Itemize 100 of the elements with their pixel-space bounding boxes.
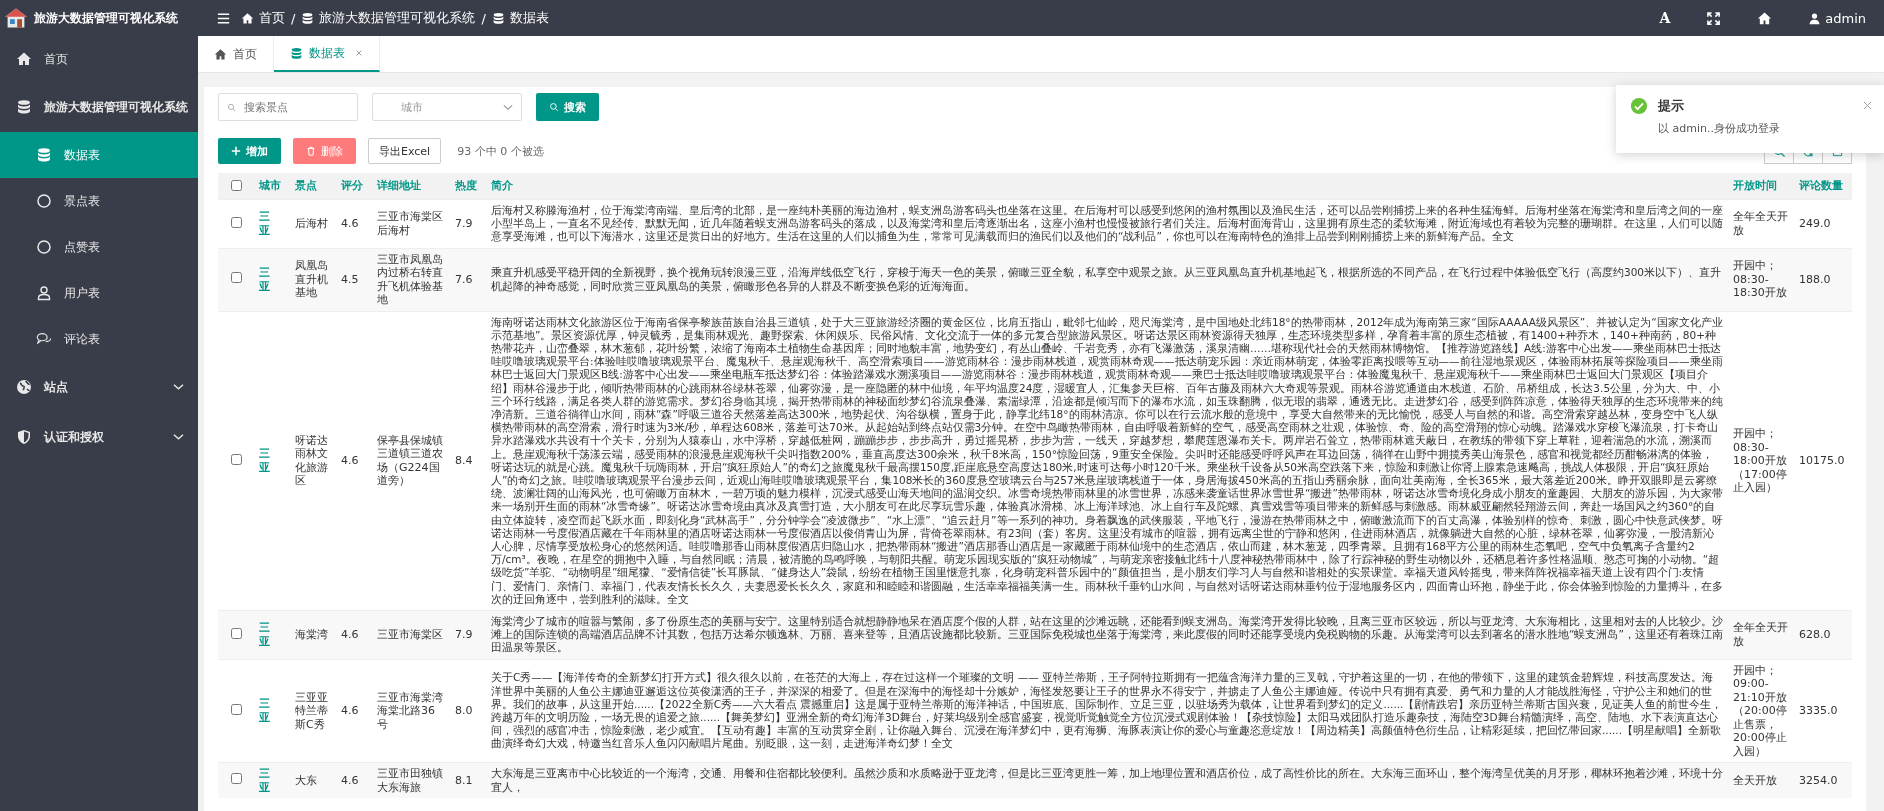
table-cell: 开园中；08:30-18:00开放（17:00停止入园）: [1733, 427, 1787, 495]
table-cell: 4.6: [341, 454, 359, 468]
table-cell: 三亚亚特兰蒂斯C秀: [295, 690, 328, 731]
sidebar-item[interactable]: 景点表: [0, 178, 198, 224]
table-cell: 8.4: [455, 454, 473, 468]
table-cell: 三亚市凤凰岛内过桥右转直升飞机体验基地: [377, 252, 443, 307]
table-cell: 8.0: [455, 704, 473, 718]
home-icon: [241, 11, 254, 25]
table-cell: 呀诺达雨林文化旅游区: [295, 433, 328, 488]
home-icon: [16, 51, 32, 67]
table-cell: 全年全天开放: [1733, 621, 1788, 648]
table-cell: 三亚市海棠湾海棠北路36号: [377, 690, 443, 731]
table-cell: 4.6: [341, 628, 359, 642]
breadcrumb-separator: /: [291, 10, 296, 26]
sidebar-item[interactable]: 点赞表: [0, 224, 198, 270]
city-link[interactable]: 三亚: [259, 697, 270, 725]
sidebar-item[interactable]: 数据表: [0, 132, 198, 178]
chat-icon: [36, 331, 52, 347]
table-cell: 大东: [295, 773, 317, 787]
sidebar-item[interactable]: 评论表: [0, 316, 198, 362]
table-cell: 海南呀诺达雨林文化旅游区位于海南省保亭黎族苗族自治县三道镇，处于大三亚旅游经济圈的黄金区位，比肩五指山，毗邻七仙岭，咫尺海棠湾，是中国地处北纬18°的热带雨林，2012年成为海南第三家“国际AAAAA级风景区”、并被认定为“国家文化产业示范基地”。景区资源优厚，钟灵毓秀，是集雨林观光、趣野探索、休闲娱乐、民俗风情、文化交流于一体的多元复合型旅游风景区。呀诺达景区雨林资源得天独厚，生态环境类型多样，孕育着丰富的原生态植被，有1400+种乔木，140+种南药，80+种热带花卉，山峦叠翠，林木葱郁，花叶纷繁，浓缩了海南本土植物生命基因库；同时地貌丰富，地势变幻，有丛山叠岭、千岩竞秀，亦有飞瀑激荡，溪泉清幽……堪称现代社会的天然雨林博物馆。【推荐游览路线】A线:游客中心出发——乘坐雨林巴士抵达哇哎噜玻璃观景平台:体验哇哎噜玻璃观景平台、魔鬼秋千、悬崖观海秋千、高空滑索项目——游览雨林谷：漫步雨林栈道，观赏雨林奇观——抵达萌宠乐园：亲近雨林萌宠，体验零距离投喂等互动——前往湿地景观区，体验雨林拓展等探险项目——乘坐雨林巴士返回大门景观区B线:游客中心出发——乘坐电瓶车抵达梦幻谷：体验踏瀑戏水溯溪项目——游览雨林谷：漫步雨林栈道，观赏雨林奇观——乘巴士抵达哇哎噜玻璃观景平台：体验魔鬼秋千、悬崖观海秋千——乘坐雨林巴士返回大门景观区【项目介绍】雨林谷漫步于此，倾听热带雨林的心跳雨林谷绿林苍翠，仙雾弥漫，是一座隐匿的林中仙境，年平均温度24度，湿暖宜人，汇集参天巨榕、百年古藤及雨林六大奇观等景观。雨林谷游览通道由木栈道、石阶、吊桥组成，长达3.5公里，分为大、中、小三个环行线路，满足各类人群的游览需求。梦幻谷身临其境，揭开热带雨林的神秘面纱梦幻谷流泉叠瀑、素湍绿潭，沿途都是倾泻而下的瀑布水流，如玉珠翻腾，似无瑕的翡翠，通透无比。走进梦幻谷，感受到阵阵凉意，体验得天独厚的生态环境带来的纯净清新。三道谷徜徉山水间，雨林“森”呼吸三道谷天然落差高达300米，地势起伏、沟谷纵横，置身于此，静享北纬18°的雨林清凉。你可以在行云流水般的意境中，享受大自然带来的无比愉悦，感受人与自然的和谐。高空滑索穿越丛林，变身空中飞人纵横热带雨林的高空滑索，滑行时速为3米/秒，单程达608米，落差可达70米。从起始站到终点站仅需3分钟。在空中鸟瞰热带雨林，自由呼吸着新鲜的空气，感受高空雨林之壮观，体验惊、奇、险的高空滑翔的惊心动魄。踏瀑戏水穿梭飞瀑流泉，打卡奇山异水踏瀑戏水共设有十个关卡，分别为人猿泰山，水中浮桥，穿越低桩网，蹦蹦步步，步步高升，勇过摇晃桥，步步为营，一线天，穿越梦想，攀爬莲恩瀑布关卡。两岸岩石耸立，热带雨林遮天蔽日，在教练的带领下穿上草鞋，迎着湍急的水流，溯溪而上。悬崖观海秋千荡漾云端，感受雨林的浪漫悬崖观海秋千尖叫指数200%，垂直高度达300余米，秋千8米高，150°惊险回荡，9重安全保险。尖叫时还能感受呼呼风声在耳边回荡，徜徉在山野中拥揽秀美山海景色，感官和视觉都经历酣畅淋漓的体验，呀诺达玩的就是心跳。魔鬼秋千玩嗨雨林，开启“疯狂原始人”的奇幻之旅魔鬼秋千最高摆150度,距崖底悬空高度达180米,时速可达每小时120千米。乘坐秋千设备从50米高空跌落下来，惊险和刺激让你肾上腺素急速飚高，挑战人体极限，开启“疯狂原始人”的奇幻之旅。哇哎噜玻璃观景平台漫步云间，近观山海哇哎噜玻璃观景平台，集108米长的360度悬空玻璃云台与257米悬崖玻璃栈道于一体，身居海拔450米高的五指山秀丽余脉，面向壮美南海，全长365米，最大落差近200米。睁开双眼即是云雾缭绕、波澜壮阔的山海风光，也可俯瞰万亩林木，一碧万顷的魅力模样，沉浸式感受山海天地间的温润交织。冰雪奇境热带雨林里的冰雪世界，冻感来袭童话世界冰雪世界“搬进”热带雨林，呀诺达冰雪奇境化身成小朋友的童趣园、大朋友的游乐园，为大家带来一场别开生面的雨林“冰雪奇缘”。呀诺达冰雪奇境由真冰及真雪打造，大小朋友可在此尽享玩雪乐趣，体验真冰滑梯、冰上海洋球池、冰上自行车及陀螺、真雪戏雪等项目带来的新鲜感与刺激感。雨林威亚翩然轻翔游云间，奔赴一场国风之约360°的自由立体旋转，凌空而起飞跃水面，即刻化身“武林高手”，分分钟学会“凌波微步”、“水上漂”、“追云赶月”等一系列的神功。身着飘逸的武侠服装，平地飞行，漫游在热带雨林之中，俯瞰激流而下的百丈高瀑，体验别样的惊奇、刺激，圆心中快意武侠梦。呀诺达雨林一号度假酒店藏在千年雨林里的酒店呀诺达雨林一号度假酒店以俊俏青山为屏，背倚苍翠雨林。有23间（套）客房。这里没有城市的喧嚣，拥有远离尘世的宁静和悠闲，住进雨林酒店，就像躺进大自然的心脏，绿林苍翠，仙雾弥漫，一股清新沁人心脾，尽情享受放松身心的悠然闲适。哇哎噜那香山雨林度假酒店归隐山水，把热带雨林“搬进”酒店那香山酒店是一家藏匿于雨林仙境中的生态酒店，依山而建，林木葱茏，四季青翠。且拥有168平方公里的雨林生态氧吧，空气中负氧离子含量约2万/cm³。夜晚，在星空的拥抱中入睡，与自然同眠；清晨，被清脆的鸟鸣呼唤，与朝阳共醒。萌宠乐园现实版的“疯狂动物城”，与萌宠亲密接触北纬十八度神秘热带雨林中，除了行踪神秘的野生动物以外，还栖息着许多性格温顺、憨态可掬的小动物。“超级吃货”羊驼、“动物明星”细尾獴、“爱情信徒”长耳豚鼠、“健身达人”袋鼠，纷纷在植物王国里惬意扎寨，化身萌宠科普乐园中的“颜值担当，是小朋友们学习人与自然和谐相处的实景课堂。幸福天道风铃摇曳，带来阵阵祝福幸福天道上设有四个门:友情门、爱情门、亲情门、幸福门，代表友情长长久久，夫妻恩爱长长久久，家庭和和睦睦和谐圆融，生活幸幸福福美满一生。雨林秋千垂钓山水间，与自然对话呀诺达雨林垂钓位于湿地服务区内，四面青山环抱，静坐于此，你会体验到惊险的力量搏斗，在多次的迂回角逐中，尝到胜利的滋味。全文: [491, 315, 1723, 605]
row-checkbox[interactable]: [230, 216, 242, 228]
breadcrumb-link[interactable]: 旅游大数据管理可视化系统: [301, 9, 476, 27]
table-cell: 后海村又称滕海渔村，位于海棠湾南端、皇后湾的北部，是一座纯朴美丽的海边渔村，蜈支洲岛游客码头也坐落在这里。在后海村可以感受到悠闲的渔村氛围以及渔民生活，还可以品尝刚捕捞上来的各种生猛海鲜。后海村坐落在海棠湾和皇后湾之间的一座小型半岛上，一直名不见经传、默默无闻，近几年随着蜈支洲岛游客码头的落成，以及海棠湾和皇后湾逐渐出名，这座小渔村也慢慢被旅行者们关注。后海村面海背山，这里拥有原生态的柔软海滩，附近海域也有着较为完整的珊瑚群。在这里，人们可以随意享受海滩，也可以下海潜水，这里还是赏日出的好地方。生活在这里的人们以捕鱼为生，常常可见满载而归的渔民们以及他们的“战利品”，你也可以在海南特色的渔排上品尝到刚刚捕捞上来的新鲜海产品。全文: [491, 204, 1723, 243]
table-cell: 7.6: [455, 272, 473, 286]
fullscreen-icon[interactable]: [1706, 10, 1722, 26]
close-icon[interactable]: [355, 49, 363, 57]
table-cell: 4.6: [341, 704, 359, 718]
shield-icon: [16, 429, 32, 445]
table-cell: 后海村: [295, 217, 328, 231]
font-size-button[interactable]: A: [1659, 10, 1671, 26]
search-button[interactable]: 搜索: [536, 93, 599, 121]
database-icon: [290, 46, 303, 60]
table-cell: 628.0: [1799, 628, 1831, 642]
column-header[interactable]: 简介: [491, 179, 513, 191]
table-cell: 关于C秀——【海洋传奇的全新梦幻打开方式】很久很久以前，在苍茫的大海上，存在过这样一个璀璨的文明 —— 亚特兰蒂斯，王子阿特拉斯拥有一把蕴含海洋力量的三叉戟，守护着这里的一切，在他的带领下，这里的建筑金碧辉煌，科技高度发达。海洋世界中美丽的人鱼公主娜迪亚邂逅这位英俊潇洒的王子，并深深的相爱了。但是在深海中的海怪却十分嫉妒，海怪发怒要让王子的世界永不得安宁，并掳走了人鱼公主娜迪娅。传说中只有拥有真爱、勇气和力量的人才能战胜海怪，守护公主和她们的世界。我们的故事，从这里开始......【2022全新C秀——六大看点 震撼重启】这是属于亚特兰蒂斯的海洋神话，中国班底、国际制作、立足三亚，以驻场秀为载体，让世界看到梦幻的定义......【剧情跌宕】亲历亚特兰蒂斯古国兴衰，见证美人鱼的前世今生，跨越万年的文明历险，一场无畏的追爱之旅......【舞美梦幻】亚洲全新的奇幻海洋3D舞台，好莱坞级别全感官盛宴，视觉听觉触觉全方位沉浸式观剧体验！【杂技惊险】太阳马戏团队打造乐趣杂技，海陆空3D舞台精髓演绎，高空、陆地、水下表演直达心间，强烈的感官冲击，惊险刺激，老少咸宜。【互动有趣】丰富的互动贯穿全剧，让你融入舞台、沉浸在海洋梦幻中，更有海狮、海豚表演让你的爱心与童趣恣意绽放！【周边精美】高颜值特色衍生品，让精彩延续，把回忆带回家......【明星献唱】全新歌曲演绎奇幻大戏，特邀当红音乐人鱼闪闪献唱片尾曲。别眨眼，这一刻，走进海洋奇幻梦！全文: [491, 671, 1723, 750]
database-icon: [301, 11, 315, 25]
app-title: 旅游大数据管理可视化系统: [34, 9, 178, 27]
select-all-checkbox[interactable]: [230, 179, 242, 191]
search-field[interactable]: 搜索景点: [218, 93, 358, 121]
table-cell: 188.0: [1799, 272, 1831, 286]
row-checkbox[interactable]: [230, 703, 242, 715]
table-cell: 三亚市海棠区: [377, 628, 443, 642]
table-cell: 7.9: [455, 628, 473, 642]
house-logo-icon: [4, 7, 28, 29]
table-cell: 保亭县保城镇三道镇三道农场（G224国道旁）: [377, 433, 443, 488]
sidebar-item[interactable]: 认证和授权: [0, 412, 198, 462]
row-checkbox[interactable]: [230, 272, 242, 284]
table-cell: 249.0: [1799, 217, 1831, 231]
home-icon[interactable]: [1757, 10, 1773, 26]
table-cell: 8.1: [455, 773, 473, 787]
table-cell: 乘直升机感受平稳开阔的全新视野，换个视角玩转浪漫三亚，沿海岸线低空飞行，穿梭于海天一色的美景，俯瞰三亚全貌，私享空中观景之旅。从三亚凤凰岛直升机基地起飞，根据所选的不同产品，在飞行过程中体验低空飞行（高度约300米以下）、直升机起降的神奇感觉，同时欣赏三亚凤凰岛的美景，俯瞰形色各异的人群及不断变换色彩的近海海面。: [491, 266, 1722, 292]
user-icon: [36, 285, 52, 301]
table-cell: 全年全天开放: [1733, 210, 1788, 237]
table-cell: 4.6: [341, 773, 359, 787]
check-circle-icon: [1630, 97, 1648, 115]
breadcrumb-link[interactable]: 首页: [241, 9, 285, 27]
row-checkbox[interactable]: [230, 773, 242, 785]
sidebar-item[interactable]: 首页: [0, 36, 198, 82]
row-checkbox[interactable]: [230, 453, 242, 465]
city-select[interactable]: 城市: [372, 93, 522, 121]
table-cell: 海棠湾: [295, 628, 328, 642]
export-button[interactable]: 导出Excel: [368, 138, 442, 164]
tab[interactable]: 数据表: [274, 36, 380, 72]
city-link[interactable]: 三亚: [259, 447, 270, 475]
breadcrumb-separator: /: [481, 10, 486, 26]
plus-icon: [231, 146, 241, 156]
trash-icon: [306, 146, 316, 156]
table-cell: 三亚市田独镇大东海旅: [377, 767, 443, 794]
circle-icon: [36, 193, 52, 209]
city-link[interactable]: 三亚: [259, 266, 270, 294]
row-checkbox[interactable]: [230, 627, 242, 639]
table-cell: 3254.0: [1799, 773, 1838, 787]
user-icon: [1808, 11, 1822, 25]
table-cell: 海棠湾少了城市的喧嚣与繁闹，多了份原生态的美丽与安宁。这里特别适合就想静静地呆在酒店度个假的人群，站在这里的沙滩远眺，还能看到蜈支洲岛。海棠湾开发得比较晚，且离三亚市区较远，所以与亚龙湾、大东海相比，这里相对去的人比较少。沙滩上的国际连锁的高端酒店品牌不计其数，包括万达希尔顿逸林、万丽、喜来登等，且酒店设施都比较新。三亚国际免税城也坐落于海棠湾，来此度假的同时还能享受境内免税购物的乐趣。从海棠湾可以去到著名的潜水胜地“蜈支洲岛”，这里还有着珠江南田温泉等景区。: [491, 615, 1723, 654]
breadcrumb-link[interactable]: 数据表: [491, 9, 549, 27]
sidebar-item[interactable]: 站点: [0, 362, 198, 412]
table-cell: 开园中；09:00-21:10开放（20:00停止售票，20:00停止入园）: [1733, 663, 1787, 758]
sidebar-item[interactable]: 旅游大数据管理可视化系统: [0, 82, 198, 132]
tab[interactable]: 首页: [198, 36, 274, 72]
city-link[interactable]: 三亚: [259, 621, 270, 649]
close-icon[interactable]: [1863, 101, 1872, 110]
database-icon: [36, 147, 52, 163]
table-cell: 7.9: [455, 217, 473, 231]
database-icon: [491, 11, 505, 25]
sidebar-item[interactable]: 用户表: [0, 270, 198, 316]
chevron-down-icon: [173, 383, 184, 391]
selection-count: 93 个中 0 个被选: [457, 143, 544, 159]
table-cell: 大东海是三亚离市中心比较近的一个海湾，交通、用餐和住宿都比较便利。虽然沙质和水质略逊于亚龙湾，但是比三亚湾更胜一筹，加上地理位置和酒店价位，成了高性价比的所在。大东海三面环山，整个海湾呈优美的月牙形，椰林环抱着沙滩，环境十分宜人，: [491, 767, 1723, 793]
toast-title: 提示: [1658, 97, 1685, 115]
delete-button[interactable]: 删除: [293, 138, 356, 164]
circle-icon: [36, 239, 52, 255]
user-menu[interactable]: admin: [1808, 10, 1866, 26]
table-cell: 4.5: [341, 272, 359, 286]
table-cell: 三亚市海棠区后海村: [377, 210, 443, 237]
table-cell: 10175.0: [1799, 454, 1845, 468]
table-cell: 4.6: [341, 217, 359, 231]
add-button[interactable]: 增加: [218, 138, 281, 164]
city-link[interactable]: 三亚: [259, 210, 270, 238]
globe-icon: [16, 379, 32, 395]
